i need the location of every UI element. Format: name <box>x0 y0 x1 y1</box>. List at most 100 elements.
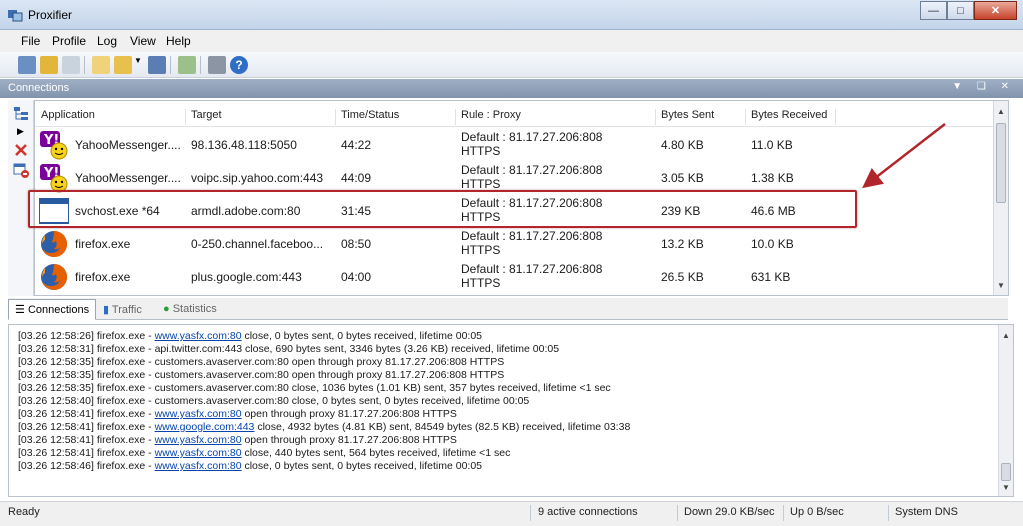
menu-profile[interactable]: Profile <box>52 34 86 48</box>
log-link[interactable]: www.google.com:443 <box>155 421 255 433</box>
window-title: Proxifier <box>28 8 73 22</box>
scroll-down-arrow-icon[interactable]: ▼ <box>997 281 1005 290</box>
menu-help[interactable]: Help <box>166 34 191 48</box>
log-line: [03.26 12:58:46] firefox.exe - www.yasfx… <box>18 460 483 472</box>
log-link[interactable]: www.yasfx.com:80 <box>155 447 242 459</box>
rule-line2-cell: HTTPS <box>461 210 501 224</box>
log-line: [03.26 12:58:26] firefox.exe - www.yasfx… <box>18 330 483 342</box>
log-line: [03.26 12:58:41] firefox.exe - www.googl… <box>18 421 631 433</box>
chevron-down-icon[interactable]: ▼ <box>134 56 142 74</box>
time-cell: 04:00 <box>341 270 372 284</box>
new-profile-icon[interactable] <box>92 56 110 74</box>
connections-table: Application Target Time/Status Rule : Pr… <box>34 100 1009 296</box>
scroll-up-arrow-icon[interactable]: ▲ <box>1002 331 1010 340</box>
play-arrow-icon[interactable]: ▶ <box>17 126 33 142</box>
bytes-received-cell: 46.6 MB <box>751 204 796 218</box>
menu-bar: File Profile Log View Help <box>0 30 1023 52</box>
log-scrollbar[interactable]: ▲ ▼ <box>998 325 1013 496</box>
open-profile-icon[interactable] <box>114 56 132 74</box>
rule-line1-cell: Default : 81.17.27.206:808 <box>461 262 603 276</box>
save-profile-icon[interactable] <box>148 56 166 74</box>
log-line: [03.26 12:58:31] firefox.exe - api.twitt… <box>18 343 560 355</box>
minimize-button[interactable]: — <box>920 1 947 20</box>
status-dns: System DNS <box>895 506 958 518</box>
bytes-sent-cell: 239 KB <box>661 204 701 218</box>
rule-line1-cell: Default : 81.17.27.206:808 <box>461 229 603 243</box>
log-line: [03.26 12:58:41] firefox.exe - www.yasfx… <box>18 434 457 446</box>
rule-line2-cell: HTTPS <box>461 177 501 191</box>
target-cell: 98.136.48.118:5050 <box>191 138 297 152</box>
window-app-icon <box>39 198 69 224</box>
log-line: [03.26 12:58:41] firefox.exe - www.yasfx… <box>18 447 511 459</box>
table-row[interactable]: svchost.exe *64 armdl.adobe.com:80 31:45… <box>35 194 995 227</box>
rule-line2-cell: HTTPS <box>461 144 501 158</box>
time-cell: 08:50 <box>341 237 372 251</box>
table-row[interactable]: firefox.exe 0-250.channel.faceboo... 08:… <box>35 227 995 260</box>
status-bar: Ready 9 active connections Down 29.0 KB/… <box>0 501 1023 526</box>
bytes-received-cell: 11.0 KB <box>751 138 793 152</box>
menu-log[interactable]: Log <box>97 34 117 48</box>
kill-process-icon[interactable] <box>13 162 29 178</box>
application-cell: YahooMessenger.... <box>75 138 181 152</box>
yahoo-messenger-icon: Y! <box>40 131 68 160</box>
proxifier-app-icon <box>8 10 23 22</box>
column-bytes-received[interactable]: Bytes Received <box>751 109 827 121</box>
close-button[interactable]: ✕ <box>974 1 1017 20</box>
tab-statistics[interactable]: ● Statistics <box>156 299 224 320</box>
tab-traffic[interactable]: ▮ Traffic <box>96 299 149 320</box>
column-rule-proxy[interactable]: Rule : Proxy <box>461 109 521 121</box>
table-row[interactable]: firefox.exe plus.google.com:443 04:00 De… <box>35 260 995 293</box>
title-bar: Proxifier — □ ✕ <box>0 0 1023 30</box>
bytes-sent-cell: 4.80 KB <box>661 138 704 152</box>
connections-panel-header: Connections ▼ ❏ ✕ <box>0 79 1023 98</box>
log-link[interactable]: www.yasfx.com:80 <box>155 408 242 420</box>
help-icon[interactable]: ? <box>230 56 248 74</box>
bytes-sent-cell: 26.5 KB <box>661 270 704 284</box>
scrollbar-thumb[interactable] <box>1001 463 1011 481</box>
firefox-icon <box>41 263 68 290</box>
menu-file[interactable]: File <box>21 34 40 48</box>
column-bytes-sent[interactable]: Bytes Sent <box>661 109 714 121</box>
status-ready: Ready <box>8 506 40 518</box>
bytes-received-cell: 1.38 KB <box>751 171 794 185</box>
connections-scrollbar[interactable]: ▲ ▼ <box>993 101 1008 295</box>
target-cell: plus.google.com:443 <box>191 270 302 284</box>
application-cell: firefox.exe <box>75 270 131 284</box>
target-cell: 0-250.channel.faceboo... <box>191 237 324 251</box>
column-application[interactable]: Application <box>41 109 95 121</box>
close-connection-icon[interactable] <box>13 142 29 158</box>
log-link[interactable]: www.yasfx.com:80 <box>155 330 242 342</box>
time-cell: 44:09 <box>341 171 372 185</box>
scroll-down-arrow-icon[interactable]: ▼ <box>1002 483 1010 492</box>
rule-line2-cell: HTTPS <box>461 243 501 257</box>
rule-line1-cell: Default : 81.17.27.206:808 <box>461 163 603 177</box>
rules-icon[interactable] <box>40 56 58 74</box>
print-icon[interactable] <box>208 56 226 74</box>
table-row[interactable]: Y! YahooMessenger.... 98.136.48.118:5050… <box>35 128 995 161</box>
connections-side-toolbar: ▶ <box>8 100 34 296</box>
panel-title: Connections <box>8 82 70 94</box>
proxy-servers-icon[interactable] <box>18 56 36 74</box>
time-cell: 44:22 <box>341 138 372 152</box>
maximize-button[interactable]: □ <box>947 1 974 20</box>
menu-view[interactable]: View <box>130 34 156 48</box>
table-row[interactable]: Y! YahooMessenger.... voipc.sip.yahoo.co… <box>35 161 995 194</box>
rule-line1-cell: Default : 81.17.27.206:808 <box>461 196 603 210</box>
application-cell: YahooMessenger.... <box>75 171 181 185</box>
time-cell: 31:45 <box>341 204 372 218</box>
profile-check-icon[interactable] <box>178 56 196 74</box>
column-target[interactable]: Target <box>191 109 222 121</box>
panel-controls[interactable]: ▼ ❏ ✕ <box>952 81 1015 92</box>
log-link[interactable]: www.yasfx.com:80 <box>155 434 242 446</box>
rule-line1-cell: Default : 81.17.27.206:808 <box>461 130 603 144</box>
connections-tab-icon: ☰ <box>15 304 25 316</box>
target-cell: voipc.sip.yahoo.com:443 <box>191 171 324 185</box>
log-link[interactable]: www.yasfx.com:80 <box>155 460 242 472</box>
scrollbar-thumb[interactable] <box>996 123 1006 203</box>
bottom-tabs: ☰ Connections ▮ Traffic ● Statistics <box>8 298 1008 320</box>
scroll-up-arrow-icon[interactable]: ▲ <box>997 107 1005 116</box>
tab-connections[interactable]: ☰ Connections <box>8 299 97 320</box>
name-resolution-icon[interactable] <box>62 56 80 74</box>
column-time-status[interactable]: Time/Status <box>341 109 399 121</box>
tree-view-icon[interactable] <box>13 106 29 122</box>
